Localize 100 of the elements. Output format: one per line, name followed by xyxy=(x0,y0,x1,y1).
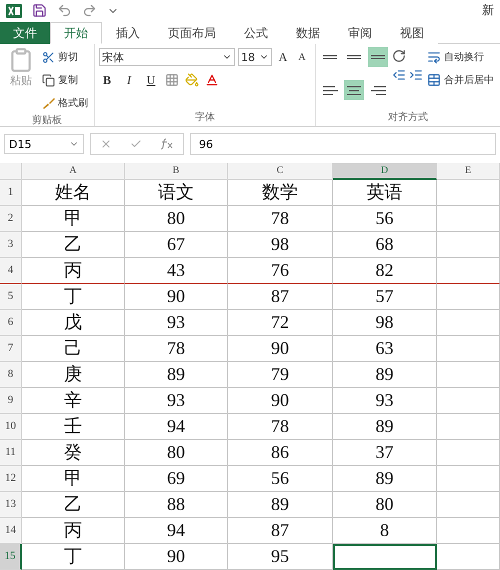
copy-icon xyxy=(42,74,55,87)
redo-icon[interactable] xyxy=(82,3,97,18)
table-cell: 88 xyxy=(125,492,228,518)
orientation-icon[interactable] xyxy=(392,49,406,64)
alignment-button[interactable] xyxy=(344,80,364,100)
wrap-text-icon xyxy=(427,50,441,64)
empty-cell xyxy=(437,362,500,388)
row-header[interactable]: 3 xyxy=(0,232,22,258)
empty-cell xyxy=(437,258,500,284)
table-cell: 89 xyxy=(125,362,228,388)
column-header[interactable]: D xyxy=(333,162,437,180)
shrink-font-button[interactable]: A xyxy=(294,52,310,63)
empty-cell xyxy=(437,232,500,258)
row-header[interactable]: 2 xyxy=(0,206,22,232)
row-header[interactable]: 4 xyxy=(0,258,22,284)
font-size-dropdown[interactable]: 18 xyxy=(238,48,272,66)
table-cell: 丁 xyxy=(22,284,125,310)
table-cell: 丁 xyxy=(22,544,125,570)
merge-center-button[interactable]: 合并后居中 xyxy=(427,70,494,90)
copy-button[interactable]: 复制 xyxy=(42,70,88,90)
table-cell: 78 xyxy=(125,336,228,362)
table-cell: 丙 xyxy=(22,258,125,284)
formula-input[interactable]: 96 xyxy=(190,133,496,156)
row-header[interactable]: 9 xyxy=(0,388,22,414)
row-header[interactable]: 11 xyxy=(0,440,22,466)
table-cell: 80 xyxy=(125,440,228,466)
table-cell: 90 xyxy=(228,388,333,414)
table-cell: 94 xyxy=(125,414,228,440)
borders-icon[interactable] xyxy=(165,73,179,88)
table-cell: 98 xyxy=(228,232,333,258)
window-title: 新 xyxy=(482,2,494,20)
bold-button[interactable]: B xyxy=(99,72,115,88)
row-header[interactable]: 8 xyxy=(0,362,22,388)
underline-button[interactable]: U xyxy=(143,72,159,88)
empty-cell xyxy=(437,440,500,466)
column-header[interactable]: C xyxy=(228,162,333,180)
table-cell: 乙 xyxy=(22,492,125,518)
table-cell: 89 xyxy=(333,414,437,440)
table-cell: 丙 xyxy=(22,518,125,544)
decrease-indent-icon[interactable] xyxy=(392,68,406,82)
table-cell: 68 xyxy=(333,232,437,258)
alignment-button[interactable] xyxy=(368,47,388,68)
ribbon-tab[interactable]: 开始 xyxy=(50,22,102,44)
row-header[interactable]: 12 xyxy=(0,466,22,492)
empty-cell xyxy=(437,206,500,232)
name-box[interactable]: D15 xyxy=(4,134,84,154)
row-header[interactable]: 10 xyxy=(0,414,22,440)
wrap-text-button[interactable]: 自动换行 xyxy=(427,47,494,68)
empty-cell xyxy=(437,518,500,544)
group-label: 剪贴板 xyxy=(31,114,63,128)
increase-indent-icon[interactable] xyxy=(409,68,423,82)
table-cell: 87 xyxy=(228,284,333,310)
table-cell: 93 xyxy=(125,388,228,414)
table-cell: 63 xyxy=(333,336,437,362)
undo-icon[interactable] xyxy=(57,3,72,18)
table-cell: 43 xyxy=(125,258,228,284)
table-cell: 69 xyxy=(125,466,228,492)
table-cell: 辛 xyxy=(22,388,125,414)
row-header[interactable]: 15 xyxy=(0,544,22,570)
table-cell: 8 xyxy=(333,518,437,544)
italic-button[interactable]: I xyxy=(121,72,137,88)
table-cell: 80 xyxy=(333,492,437,518)
table-cell: 87 xyxy=(228,518,333,544)
table-cell: 72 xyxy=(228,310,333,336)
empty-cell xyxy=(437,336,500,362)
merge-cells-icon xyxy=(427,73,441,88)
font-color-icon[interactable] xyxy=(205,73,219,88)
align-top-icon xyxy=(323,55,337,60)
file-menu-tab[interactable]: 文件 xyxy=(0,22,50,44)
table-cell: 90 xyxy=(125,284,228,310)
font-name-dropdown[interactable]: 宋体 xyxy=(99,48,235,66)
row-header[interactable]: 14 xyxy=(0,518,22,544)
table-cell: 89 xyxy=(228,492,333,518)
table-cell: 英语 xyxy=(333,180,437,206)
empty-cell xyxy=(437,180,500,206)
cut-button[interactable]: 剪切 xyxy=(42,47,88,68)
row-header[interactable]: 7 xyxy=(0,336,22,362)
row-header[interactable]: 5 xyxy=(0,284,22,310)
table-cell: 78 xyxy=(228,414,333,440)
group-label: 字体 xyxy=(194,110,216,126)
row-header[interactable]: 6 xyxy=(0,310,22,336)
format-painter-button[interactable]: 格式刷 xyxy=(42,93,88,114)
align-right-icon xyxy=(370,86,386,95)
table-cell: 94 xyxy=(125,518,228,544)
table-cell: 76 xyxy=(228,258,333,284)
save-icon[interactable] xyxy=(32,3,47,18)
column-header[interactable]: E xyxy=(437,162,500,180)
table-cell: 90 xyxy=(228,336,333,362)
function-icon[interactable] xyxy=(160,138,174,150)
table-cell: 89 xyxy=(333,466,437,492)
grow-font-button[interactable]: A xyxy=(275,50,291,65)
align-middle-icon xyxy=(347,55,361,60)
empty-cell xyxy=(437,310,500,336)
column-header[interactable]: A xyxy=(22,162,125,180)
row-header[interactable]: 1 xyxy=(0,180,22,206)
column-header[interactable]: B xyxy=(125,162,228,180)
row-header[interactable]: 13 xyxy=(0,492,22,518)
fill-color-icon[interactable] xyxy=(185,73,199,88)
table-cell: 姓名 xyxy=(22,180,125,206)
spreadsheet-app-icon[interactable] xyxy=(6,4,22,18)
